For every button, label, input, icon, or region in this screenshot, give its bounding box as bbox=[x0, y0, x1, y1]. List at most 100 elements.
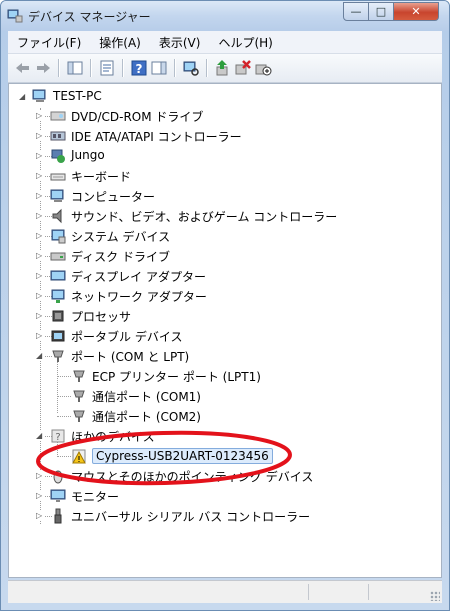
uninstall-icon[interactable] bbox=[234, 59, 252, 77]
tree-item-other-devices[interactable]: ◢? ほかのデバイス bbox=[9, 426, 429, 446]
collapse-arrow-icon[interactable]: ◢ bbox=[36, 431, 45, 440]
tree-item-selected-device[interactable]: Cypress-USB2UART-0123456 bbox=[9, 446, 429, 466]
monitor-icon bbox=[50, 489, 66, 502]
computer-icon bbox=[50, 189, 64, 202]
tree-item-usb[interactable]: ▷ ユニバーサル シリアル バス コントローラー bbox=[9, 506, 429, 526]
properties-icon[interactable] bbox=[98, 59, 116, 77]
expand-arrow-icon[interactable]: ▷ bbox=[36, 471, 45, 480]
unknown-device-warning-icon bbox=[72, 449, 86, 464]
tree-item-processor-label: プロセッサ bbox=[71, 310, 132, 324]
tree-item-port-label: ポート (COM と LPT) bbox=[71, 350, 190, 364]
toolbar: ? bbox=[8, 54, 442, 83]
tree-item-ide-controller[interactable]: ▷ IDE ATA/ATAPI コントローラー bbox=[9, 126, 429, 146]
forward-arrow-icon[interactable] bbox=[34, 59, 52, 77]
expand-arrow-icon[interactable]: ▷ bbox=[36, 191, 45, 200]
collapse-arrow-icon[interactable]: ◢ bbox=[19, 92, 28, 101]
ide-controller-icon bbox=[50, 131, 66, 141]
processor-icon bbox=[52, 310, 64, 322]
tree-item-processor[interactable]: ▷ プロセッサ bbox=[9, 306, 429, 326]
tree-item-jungo-device[interactable]: ▷ Jungo bbox=[9, 146, 429, 166]
show-hide-console-tree-icon[interactable] bbox=[66, 59, 84, 77]
menu-view[interactable]: 表示(V) bbox=[150, 34, 210, 51]
help-icon[interactable]: ? bbox=[130, 59, 148, 77]
expand-arrow-icon[interactable]: ▷ bbox=[36, 331, 45, 340]
serial-port-icon bbox=[73, 410, 85, 422]
svg-text:?: ? bbox=[136, 62, 143, 76]
close-button[interactable]: ✕ bbox=[393, 2, 439, 21]
tree-item-keyboard-label: キーボード bbox=[71, 170, 132, 184]
tree-item-computer[interactable]: ▷ コンピューター bbox=[9, 186, 429, 206]
menu-bar: ファイル(F) 操作(A) 表示(V) ヘルプ(H) bbox=[8, 31, 442, 54]
expand-arrow-icon[interactable]: ▷ bbox=[36, 131, 45, 140]
tree-root-label: TEST-PC bbox=[53, 89, 102, 103]
tree-item-ide-controller-label: IDE ATA/ATAPI コントローラー bbox=[71, 130, 242, 144]
tree-item-display-adapter[interactable]: ▷ ディスプレイ アダプター bbox=[9, 266, 429, 286]
expand-arrow-icon[interactable]: ▷ bbox=[36, 151, 45, 160]
expand-arrow-icon[interactable]: ▷ bbox=[36, 171, 45, 180]
expand-arrow-icon[interactable]: ▷ bbox=[36, 291, 45, 300]
tree-item-network-adapter[interactable]: ▷ ネットワーク アダプター bbox=[9, 286, 429, 306]
maximize-button[interactable]: □ bbox=[368, 2, 394, 21]
dvd-drive-icon bbox=[50, 111, 66, 121]
expand-arrow-icon[interactable]: ▷ bbox=[36, 231, 45, 240]
expand-arrow-icon[interactable]: ▷ bbox=[36, 211, 45, 220]
tree-item-disk-drive[interactable]: ▷ ディスク ドライブ bbox=[9, 246, 429, 266]
tree-item-selected-device-label: Cypress-USB2UART-0123456 bbox=[92, 448, 273, 464]
show-action-pane-icon[interactable] bbox=[150, 59, 168, 77]
device-tree[interactable]: ◢ TEST-PC ▷ DVD/CD-ROM ドライブ ▷ IDE ATA/ATAPI… bbox=[8, 83, 442, 578]
portable-device-icon bbox=[51, 330, 65, 342]
tree-subitem-port[interactable]: ECP プリンター ポート (LPT1) bbox=[9, 366, 429, 386]
tree-item-usb-label: ユニバーサル シリアル バス コントローラー bbox=[71, 510, 311, 524]
mouse-icon bbox=[53, 470, 63, 484]
tree-item-display-adapter-label: ディスプレイ アダプター bbox=[71, 270, 206, 284]
device-manager-window: デバイス マネージャー — □ ✕ ファイル(F) 操作(A) 表示(V) ヘル… bbox=[0, 0, 450, 611]
computer-icon bbox=[32, 89, 46, 102]
other-devices-icon: ? bbox=[51, 429, 65, 443]
device-manager-icon bbox=[7, 9, 23, 23]
jungo-device-icon bbox=[51, 149, 65, 163]
expand-arrow-icon[interactable]: ▷ bbox=[36, 251, 45, 260]
expand-arrow-icon[interactable]: ▷ bbox=[36, 311, 45, 320]
port-icon bbox=[52, 350, 64, 362]
tree-item-port[interactable]: ◢ ポート (COM と LPT) bbox=[9, 346, 429, 366]
tree-subitem-port-label: ECP プリンター ポート (LPT1) bbox=[92, 370, 261, 384]
tree-item-network-adapter-label: ネットワーク アダプター bbox=[71, 290, 207, 304]
svg-text:?: ? bbox=[55, 432, 60, 443]
menu-help[interactable]: ヘルプ(H) bbox=[209, 34, 281, 51]
tree-item-keyboard[interactable]: ▷ キーボード bbox=[9, 166, 429, 186]
menu-action[interactable]: 操作(A) bbox=[90, 34, 150, 51]
tree-item-system-device-label: システム デバイス bbox=[71, 230, 171, 244]
tree-item-monitor[interactable]: ▷ モニター bbox=[9, 486, 429, 506]
tree-subitem-port[interactable]: 通信ポート (COM1) bbox=[9, 386, 429, 406]
tree-item-system-device[interactable]: ▷ システム デバイス bbox=[9, 226, 429, 246]
tree-item-computer-label: コンピューター bbox=[71, 190, 156, 204]
expand-arrow-icon[interactable]: ▷ bbox=[36, 111, 45, 120]
expand-arrow-icon[interactable]: ▷ bbox=[36, 491, 45, 500]
tree-root[interactable]: ◢ TEST-PC bbox=[9, 86, 429, 106]
disk-drive-icon bbox=[50, 252, 66, 261]
resize-grip[interactable] bbox=[430, 591, 440, 601]
expand-arrow-icon[interactable]: ▷ bbox=[36, 271, 45, 280]
collapse-arrow-icon[interactable]: ◢ bbox=[36, 351, 45, 360]
tree-item-speaker[interactable]: ▷ サウンド、ビデオ、およびゲーム コントローラー bbox=[9, 206, 429, 226]
menu-file[interactable]: ファイル(F) bbox=[8, 34, 90, 51]
minimize-button[interactable]: — bbox=[343, 2, 369, 21]
tree-item-disk-drive-label: ディスク ドライブ bbox=[71, 250, 170, 264]
serial-port-icon bbox=[73, 370, 85, 382]
disable-icon[interactable] bbox=[254, 59, 272, 77]
tree-subitem-port[interactable]: 通信ポート (COM2) bbox=[9, 406, 429, 426]
network-adapter-icon bbox=[51, 289, 65, 303]
tree-item-portable-device[interactable]: ▷ ポータブル デバイス bbox=[9, 326, 429, 346]
tree-item-mouse[interactable]: ▷ マウスとそのほかのポインティング デバイス bbox=[9, 466, 429, 486]
status-bar bbox=[8, 580, 442, 603]
back-arrow-icon[interactable] bbox=[14, 59, 32, 77]
tree-item-dvd-drive[interactable]: ▷ DVD/CD-ROM ドライブ bbox=[9, 106, 429, 126]
display-adapter-icon bbox=[50, 270, 66, 281]
expand-arrow-icon[interactable]: ▷ bbox=[36, 511, 45, 520]
scan-hardware-icon[interactable] bbox=[182, 59, 200, 77]
update-driver-icon[interactable] bbox=[214, 59, 232, 77]
tree-item-portable-device-label: ポータブル デバイス bbox=[71, 330, 183, 344]
window-title: デバイス マネージャー bbox=[28, 10, 151, 24]
tree-subitem-port-label: 通信ポート (COM1) bbox=[92, 390, 201, 404]
title-bar[interactable]: デバイス マネージャー — □ ✕ bbox=[1, 1, 449, 31]
